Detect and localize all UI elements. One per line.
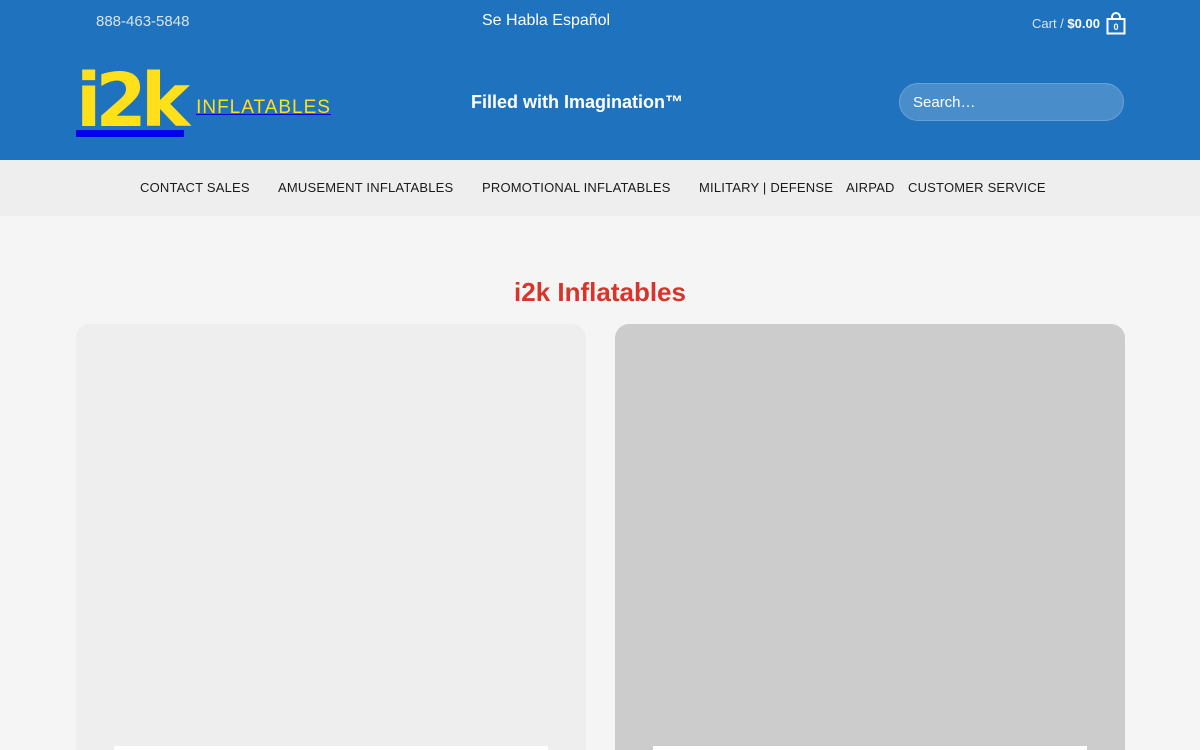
cart-link[interactable]: Cart / $0.00 0: [1032, 11, 1126, 35]
nav-item-military-defense[interactable]: MILITARY | DEFENSE: [699, 180, 833, 195]
cart-label: Cart / $0.00: [1032, 15, 1100, 31]
main-nav: CONTACT SALES AMUSEMENT INFLATABLES PROM…: [0, 160, 1200, 216]
cart-count: 0: [1113, 22, 1119, 32]
nav-item-amusement-inflatables[interactable]: AMUSEMENT INFLATABLES: [278, 180, 453, 195]
site-header: 888-463-5848 Se Habla Español Cart / $0.…: [0, 0, 1200, 160]
nav-item-promotional-inflatables[interactable]: PROMOTIONAL INFLATABLES: [482, 180, 671, 195]
search-input[interactable]: [899, 83, 1124, 121]
phone-link[interactable]: 888-463-5848: [96, 13, 189, 30]
card-caption-bar: [653, 746, 1087, 750]
logo-mark: i2k: [76, 58, 190, 144]
nav-item-customer-service[interactable]: CUSTOMER SERVICE: [908, 180, 1046, 195]
cart-total: $0.00: [1067, 15, 1100, 31]
card-caption-bar: [114, 746, 548, 750]
nav-item-airpad[interactable]: AIRPAD: [846, 180, 895, 195]
tagline: Filled with Imagination™: [471, 92, 684, 112]
spanish-notice: Se Habla Español: [482, 12, 611, 29]
logo-wordmark: INFLATABLES: [196, 97, 331, 118]
feature-card-left[interactable]: [76, 324, 586, 750]
nav-item-contact-sales[interactable]: CONTACT SALES: [140, 180, 250, 195]
feature-card-right[interactable]: [615, 324, 1125, 750]
site-logo[interactable]: i2k INFLATABLES: [76, 58, 331, 144]
shopping-bag-icon[interactable]: 0: [1106, 11, 1126, 35]
page-title: i2k Inflatables: [514, 277, 686, 307]
